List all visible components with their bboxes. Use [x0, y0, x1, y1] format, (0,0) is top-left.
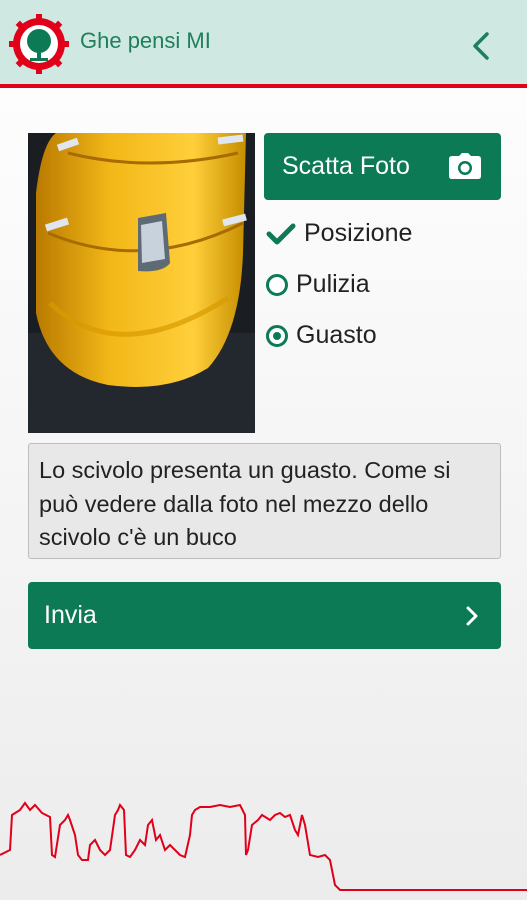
option-guasto[interactable]: Guasto: [266, 321, 377, 350]
tree-logo-icon: [9, 14, 69, 74]
app-title: Ghe pensi MI: [80, 28, 211, 53]
back-button[interactable]: [465, 26, 497, 66]
check-icon: [266, 223, 296, 244]
option-posizione-label: Posizione: [304, 219, 413, 247]
radio-icon[interactable]: [266, 273, 288, 296]
option-pulizia[interactable]: Pulizia: [266, 270, 370, 299]
take-photo-button[interactable]: Scatta Foto: [264, 133, 501, 200]
description-field[interactable]: Lo scivolo presenta un guasto. Come si p…: [28, 443, 501, 559]
app-bar: Ghe pensi MI: [0, 0, 527, 88]
camera-icon: [449, 153, 481, 179]
slide-photo[interactable]: [28, 133, 255, 433]
option-posizione[interactable]: Posizione: [266, 219, 412, 248]
send-label: Invia: [44, 601, 97, 629]
option-pulizia-label: Pulizia: [296, 270, 370, 298]
send-button[interactable]: Invia: [28, 582, 501, 649]
chevron-right-icon: [466, 606, 478, 626]
chevron-left-icon: [473, 32, 489, 60]
radio-checked-icon[interactable]: [266, 324, 288, 347]
option-guasto-label: Guasto: [296, 321, 377, 349]
take-photo-label: Scatta Foto: [282, 152, 410, 180]
city-skyline-icon: [0, 801, 527, 891]
